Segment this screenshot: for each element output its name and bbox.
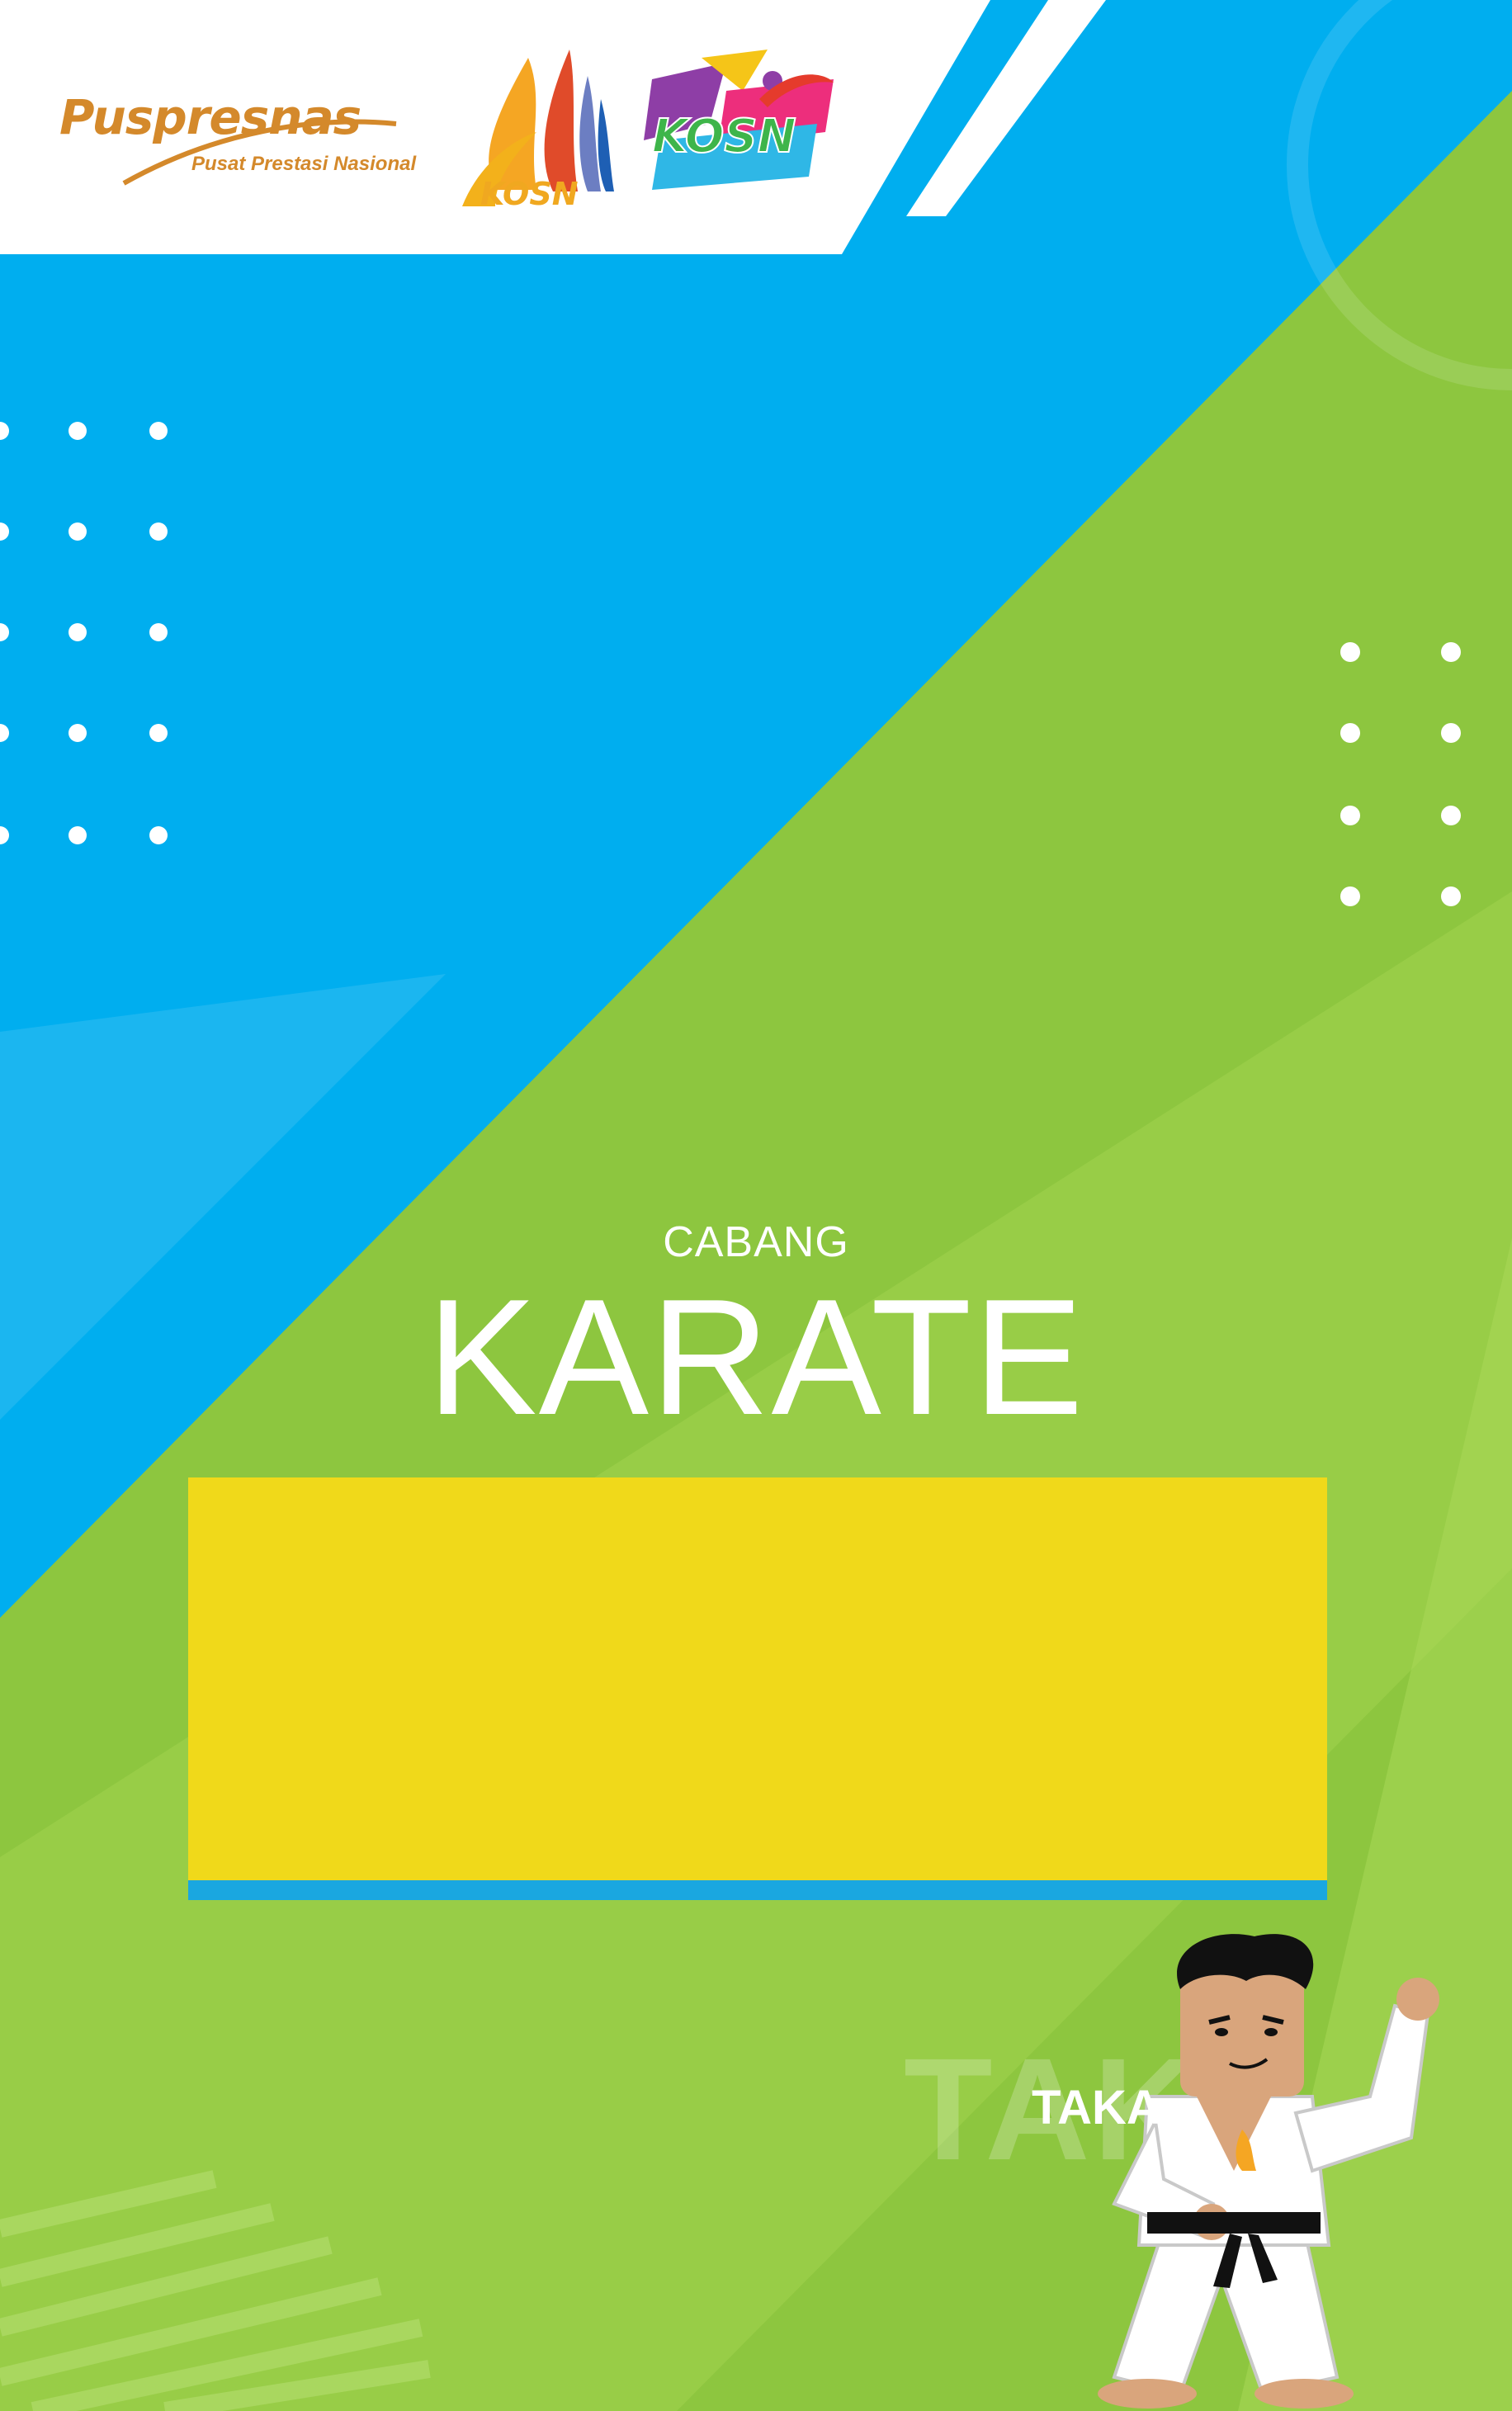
puspresnas-logo-subtitle: Pusat Prestasi Nasional <box>191 153 417 175</box>
sport-title: KARATE <box>427 1265 1085 1449</box>
karate-mascot-illustration <box>1098 1934 1439 2409</box>
svg-text:KOSN: KOSN <box>652 110 796 163</box>
poster: KOSN KOSN Puspresnas Pusat Prestasi Nasi… <box>0 0 1512 2411</box>
name-placeholder-box <box>188 1477 1327 1880</box>
mascot-name: TAKA <box>1032 2081 1161 2134</box>
category-label: CABANG <box>663 1218 849 1266</box>
svg-text:KOSN: KOSN <box>480 176 579 212</box>
name-box-accent-stripe <box>188 1880 1327 1900</box>
puspresnas-logo-title: Puspresnas <box>59 89 361 145</box>
